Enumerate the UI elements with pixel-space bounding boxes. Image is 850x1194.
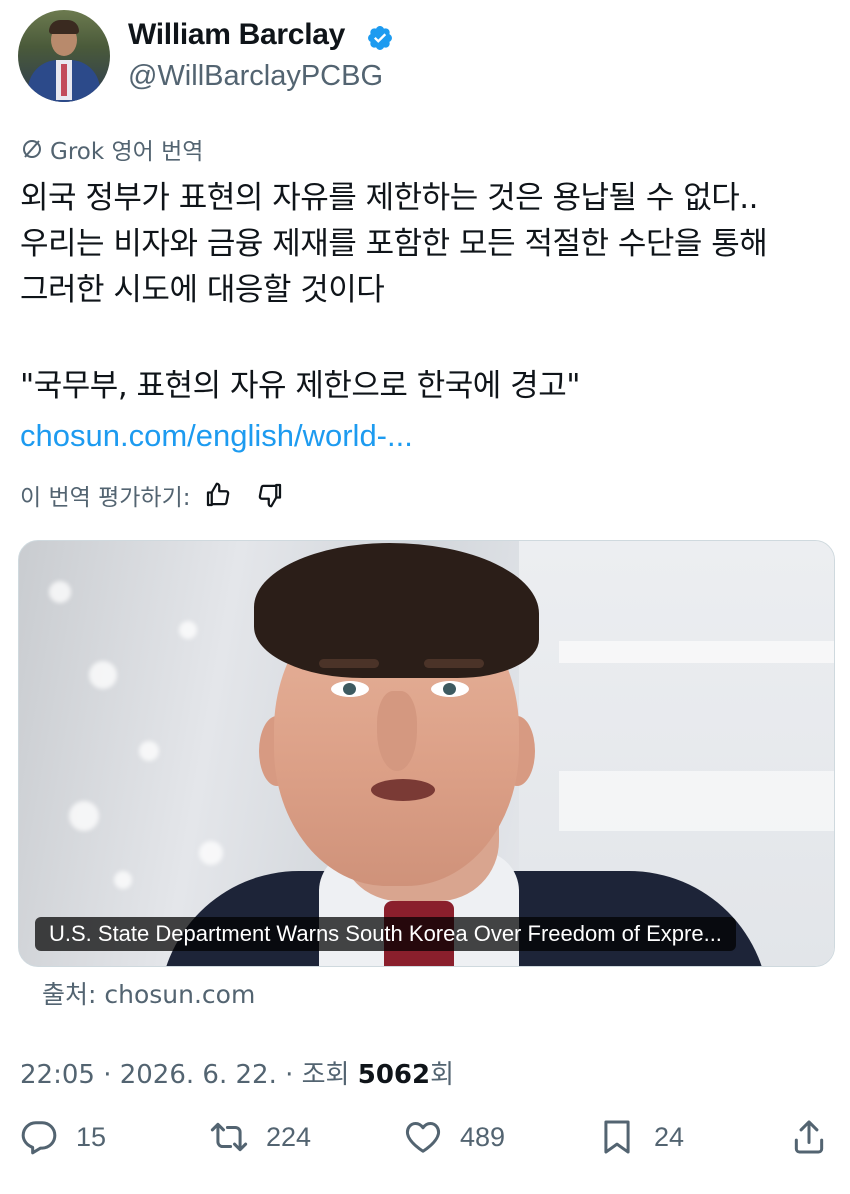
rate-label: 이 번역 평가하기: bbox=[20, 485, 191, 511]
card-bg-panel bbox=[559, 771, 834, 831]
bookmark-icon bbox=[604, 1120, 630, 1154]
thumbs-down-icon[interactable] bbox=[255, 480, 285, 510]
share-button[interactable] bbox=[790, 1118, 828, 1156]
tweet-line-3: 그러한 시도에 대응할 것이다 bbox=[20, 272, 385, 308]
thumbs-up-icon[interactable] bbox=[203, 480, 233, 510]
bokeh-light bbox=[199, 841, 223, 865]
avatar[interactable] bbox=[18, 10, 110, 102]
translation-label: Grok 영어 번역 bbox=[20, 132, 203, 166]
photo-eye bbox=[331, 681, 369, 697]
card-caption: U.S. State Department Warns South Korea … bbox=[35, 917, 736, 951]
view-count: 5062 bbox=[357, 1060, 431, 1090]
photo-eye bbox=[431, 681, 469, 697]
grok-icon bbox=[23, 140, 41, 158]
share-icon bbox=[794, 1120, 824, 1154]
card-source[interactable]: 출처: chosun.com bbox=[42, 975, 255, 1011]
tweet-meta: 22:05 · 2026. 6. 22. · 조회 5062회 bbox=[20, 1054, 454, 1091]
like-icon bbox=[405, 1122, 441, 1153]
reply-icon bbox=[21, 1121, 57, 1155]
tweet-link[interactable]: chosun.com/english/world-... bbox=[20, 418, 413, 454]
photo-mouth bbox=[371, 779, 435, 801]
author-name[interactable]: William Barclay bbox=[128, 18, 345, 52]
verified-badge-icon bbox=[368, 26, 392, 50]
translation-text: Grok 영어 번역 bbox=[50, 139, 204, 165]
tweet-timestamp[interactable]: 22:05 · 2026. 6. 22. · 조회 bbox=[20, 1060, 358, 1090]
card-bg-trim bbox=[559, 641, 834, 663]
bookmark-button[interactable]: 24 bbox=[598, 1118, 684, 1156]
repost-count: 224 bbox=[266, 1121, 312, 1152]
view-suffix: 회 bbox=[430, 1060, 455, 1090]
bokeh-light bbox=[114, 871, 132, 889]
tweet-line-2: 우리는 비자와 금융 제재를 포함한 모든 적절한 수단을 통해 bbox=[20, 226, 768, 262]
author-handle[interactable]: @WillBarclayPCBG bbox=[128, 60, 383, 93]
reply-button[interactable]: 15 bbox=[20, 1118, 106, 1156]
like-count: 489 bbox=[460, 1121, 506, 1152]
repost-button[interactable]: 224 bbox=[210, 1118, 311, 1156]
photo-hair bbox=[254, 543, 539, 678]
avatar-hair bbox=[49, 20, 79, 34]
photo-brow bbox=[319, 659, 379, 668]
avatar-tie bbox=[61, 64, 67, 96]
photo-brow bbox=[424, 659, 484, 668]
bokeh-light bbox=[139, 741, 159, 761]
like-button[interactable]: 489 bbox=[404, 1118, 505, 1156]
bokeh-light bbox=[69, 801, 99, 831]
bokeh-light bbox=[49, 581, 71, 603]
action-bar: 15 224 489 24 bbox=[0, 1118, 850, 1174]
bookmark-count: 24 bbox=[654, 1121, 685, 1152]
reply-count: 15 bbox=[76, 1121, 107, 1152]
tweet-line-1: 외국 정부가 표현의 자유를 제한하는 것은 용납될 수 없다.. bbox=[20, 180, 759, 216]
repost-icon bbox=[210, 1122, 248, 1152]
tweet-line-4: "국무부, 표현의 자유 제한으로 한국에 경고" bbox=[20, 368, 580, 404]
bokeh-light bbox=[89, 661, 117, 689]
link-card[interactable]: U.S. State Department Warns South Korea … bbox=[18, 540, 835, 967]
bokeh-light bbox=[179, 621, 197, 639]
photo-nose bbox=[377, 691, 417, 771]
rate-translation: 이 번역 평가하기: bbox=[20, 478, 285, 512]
